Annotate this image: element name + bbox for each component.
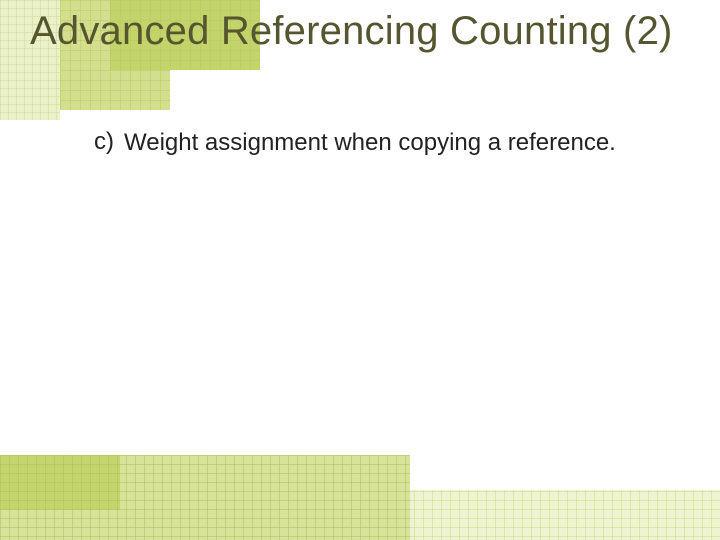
title-area: Advanced Referencing Counting (2) bbox=[30, 8, 700, 54]
list-text: Weight assignment when copying a referen… bbox=[124, 128, 616, 158]
body-area: c) Weight assignment when copying a refe… bbox=[90, 128, 660, 158]
slide: Advanced Referencing Counting (2) c) Wei… bbox=[0, 0, 720, 540]
decoration-grid-bottom bbox=[0, 455, 720, 540]
list-marker: c) bbox=[90, 128, 124, 156]
list-item: c) Weight assignment when copying a refe… bbox=[90, 128, 660, 158]
slide-title: Advanced Referencing Counting (2) bbox=[30, 8, 700, 54]
